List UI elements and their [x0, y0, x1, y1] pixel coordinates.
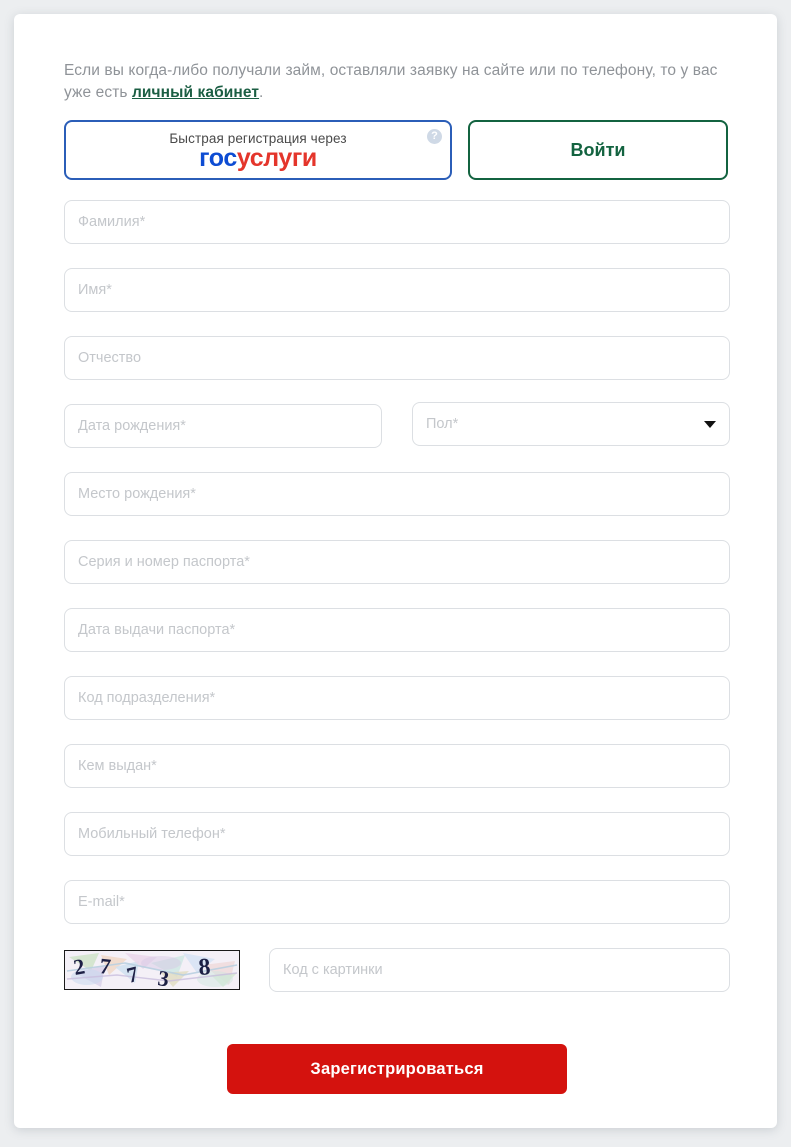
captcha-image[interactable]: 2 7 7 3 8: [64, 950, 240, 990]
captcha-row: 2 7 7 3 8: [64, 948, 730, 992]
intro-text-after: .: [259, 84, 264, 101]
submit-row: Зарегистрироваться: [64, 1044, 730, 1094]
birth-row: Пол*: [64, 402, 730, 448]
division-code-input[interactable]: [64, 676, 730, 720]
birth-date-input[interactable]: [64, 404, 382, 448]
issued-by-input[interactable]: [64, 744, 730, 788]
intro-text: Если вы когда-либо получали займ, оставл…: [64, 60, 730, 104]
email-input[interactable]: [64, 880, 730, 924]
captcha-input[interactable]: [269, 948, 730, 992]
gender-select[interactable]: Пол*: [412, 402, 730, 446]
firstname-input[interactable]: [64, 268, 730, 312]
passport-serial-input[interactable]: [64, 540, 730, 584]
question-mark-icon[interactable]: ?: [427, 129, 442, 144]
gosuslugi-logo-red: услуги: [236, 144, 317, 172]
gender-select-value: Пол*: [426, 416, 459, 432]
surname-input[interactable]: [64, 200, 730, 244]
birth-place-input[interactable]: [64, 472, 730, 516]
patronymic-input[interactable]: [64, 336, 730, 380]
chevron-down-icon[interactable]: [704, 421, 716, 428]
svg-text:8: 8: [198, 954, 212, 981]
login-button[interactable]: Войти: [468, 120, 728, 180]
gosuslugi-logo-blue: гос: [199, 144, 237, 172]
passport-date-input[interactable]: [64, 608, 730, 652]
auth-buttons-row: Быстрая регистрация через госуслуги ? Во…: [64, 120, 730, 180]
gosuslugi-logo: госуслуги: [199, 145, 317, 171]
register-button[interactable]: Зарегистрироваться: [227, 1044, 567, 1094]
mobile-phone-input[interactable]: [64, 812, 730, 856]
personal-account-link[interactable]: личный кабинет: [132, 84, 259, 101]
registration-card: Если вы когда-либо получали займ, оставл…: [14, 14, 777, 1128]
gosuslugi-register-button[interactable]: Быстрая регистрация через госуслуги ?: [64, 120, 452, 180]
gender-select-wrapper: Пол*: [412, 402, 730, 448]
form-container: Если вы когда-либо получали займ, оставл…: [64, 60, 730, 1094]
